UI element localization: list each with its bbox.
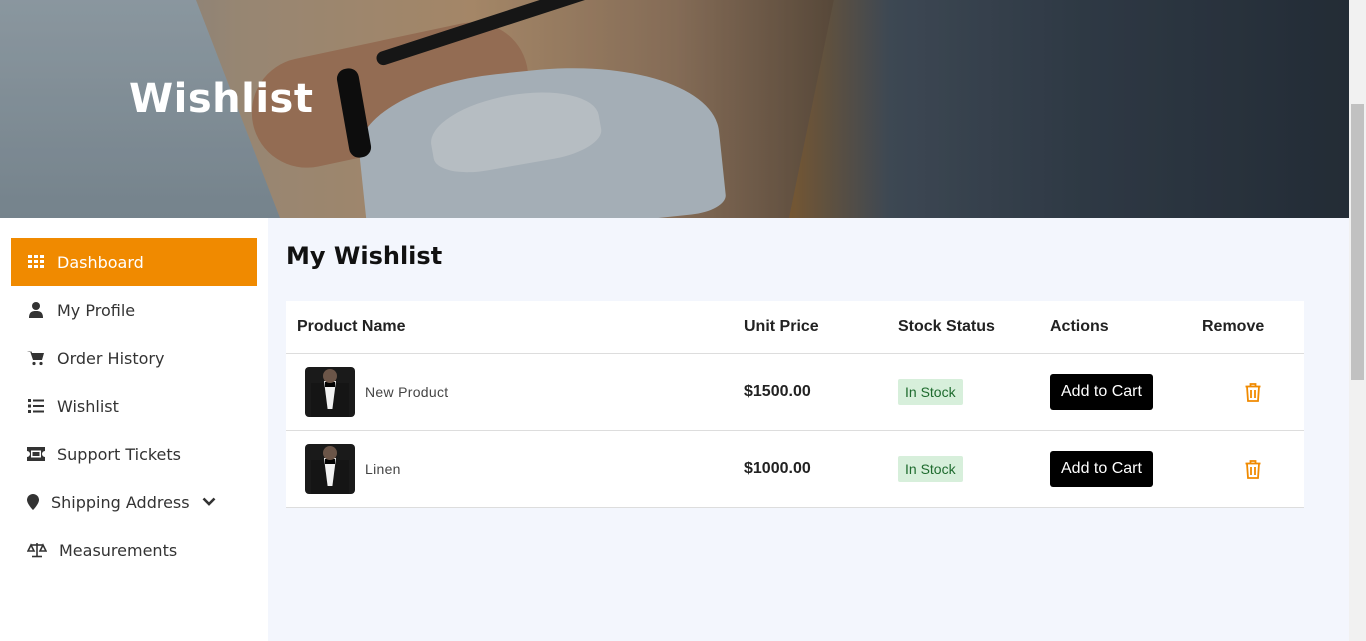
user-icon	[27, 301, 45, 319]
list-icon	[27, 397, 45, 415]
sidebar-item-label: Dashboard	[57, 252, 144, 272]
chevron-down-icon[interactable]	[202, 497, 216, 507]
page-hero-title: Wishlist	[129, 76, 314, 122]
sidebar-item-label: Support Tickets	[57, 444, 182, 464]
trash-icon[interactable]	[1245, 382, 1261, 402]
stock-cell: In Stock	[898, 379, 1050, 405]
actions-cell: Add to Cart	[1050, 374, 1202, 410]
sidebar-item-label: Shipping Address	[51, 492, 190, 512]
trash-icon[interactable]	[1245, 459, 1261, 479]
map-pin-icon	[27, 493, 39, 511]
sidebar-item-dashboard[interactable]: Dashboard	[11, 238, 257, 286]
sidebar-item-shipping-address[interactable]: Shipping Address	[11, 478, 257, 526]
table-row: New Product $1500.00 In Stock Add to Car…	[286, 354, 1304, 431]
add-to-cart-button[interactable]: Add to Cart	[1050, 451, 1153, 487]
product-image[interactable]	[305, 367, 355, 417]
remove-cell	[1202, 459, 1304, 479]
product-image[interactable]	[305, 444, 355, 494]
status-badge: In Stock	[898, 379, 963, 405]
hero-banner: Wishlist	[0, 0, 1349, 218]
header-actions: Actions	[1050, 318, 1109, 335]
unit-price: $1000.00	[744, 460, 811, 477]
product-name[interactable]: New Product	[365, 384, 448, 400]
sidebar-item-label: Measurements	[59, 540, 178, 560]
sidebar-item-wishlist[interactable]: Wishlist	[11, 382, 257, 430]
table-row: Linen $1000.00 In Stock Add to Cart	[286, 431, 1304, 508]
unit-price: $1500.00	[744, 383, 811, 400]
ticket-icon	[27, 445, 45, 463]
stock-cell: In Stock	[898, 456, 1050, 482]
page-title: My Wishlist	[286, 242, 443, 270]
sidebar-item-label: My Profile	[57, 300, 136, 320]
header-product-name: Product Name	[297, 318, 406, 335]
sidebar-item-measurements[interactable]: Measurements	[11, 526, 257, 574]
scale-icon	[27, 541, 47, 559]
header-remove: Remove	[1202, 318, 1265, 335]
wishlist-table: Product Name Unit Price Stock Status Act…	[286, 301, 1304, 508]
sidebar-item-label: Wishlist	[57, 396, 119, 416]
header-stock-status: Stock Status	[898, 318, 995, 335]
actions-cell: Add to Cart	[1050, 451, 1202, 487]
sidebar-item-label: Order History	[57, 348, 165, 368]
add-to-cart-button[interactable]: Add to Cart	[1050, 374, 1153, 410]
header-unit-price: Unit Price	[744, 318, 819, 335]
product-cell: New Product	[286, 367, 744, 417]
cart-icon	[27, 349, 45, 367]
status-badge: In Stock	[898, 456, 963, 482]
sidebar-item-order-history[interactable]: Order History	[11, 334, 257, 382]
scrollbar-thumb[interactable]	[1351, 104, 1364, 380]
remove-cell	[1202, 382, 1304, 402]
product-cell: Linen	[286, 444, 744, 494]
grid-icon	[27, 253, 45, 271]
sidebar-item-support-tickets[interactable]: Support Tickets	[11, 430, 257, 478]
main-content: My Wishlist Product Name Unit Price Stoc…	[268, 218, 1349, 641]
product-name[interactable]: Linen	[365, 461, 401, 477]
page-scrollbar[interactable]	[1349, 0, 1366, 641]
sidebar-item-my-profile[interactable]: My Profile	[11, 286, 257, 334]
table-header: Product Name Unit Price Stock Status Act…	[286, 301, 1304, 354]
sidebar: Dashboard My Profile Order History Wishl…	[0, 218, 268, 641]
